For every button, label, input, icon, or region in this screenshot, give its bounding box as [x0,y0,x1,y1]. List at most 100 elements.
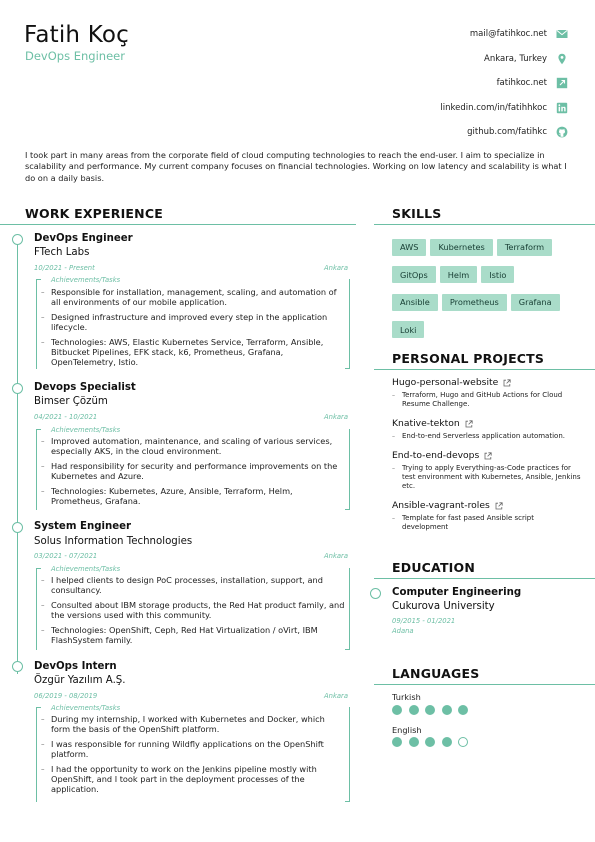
languages-heading: LANGUAGES [392,666,480,681]
level-dot-filled [408,705,419,715]
contact-linkedin-text[interactable]: linkedin.com/in/fatihhkoc [440,103,547,113]
skill-chip: Terraform [496,238,553,256]
achievements-label: Achievements/Tasks [51,565,121,573]
job-dates: 06/2019 - 08/2019 [34,692,98,700]
project-item: Knative-tekton End-to-end Serverless app… [392,418,582,441]
contact-website[interactable]: fatihkoc.net [308,71,568,96]
achievements-box: Achievements/Tasks I helped clients to d… [36,565,350,650]
skill-chip: Istio [481,266,515,283]
level-dot-filled [392,737,402,747]
timeline-dot [12,234,23,245]
education-divider [374,578,595,579]
achievements-list: Responsible for installation, management… [37,287,349,372]
job-location: Ankara [324,692,349,700]
job-dates: 10/2021 - Present [34,264,95,272]
project-description: Trying to apply Everything-as-Code pract… [392,464,582,491]
education-degree: Computer Engineering [392,587,522,598]
contact-linkedin[interactable]: linkedin.com/in/fatihhkoc [308,96,568,121]
timeline-dot [12,661,23,672]
project-name[interactable]: Ansible-vagrant-roles [392,500,490,511]
achievement-item: I helped clients to design PoC processes… [37,575,349,596]
skill-chip: Grafana [510,293,560,311]
candidate-name: Fatih Koç [24,22,129,48]
external-link-icon [503,378,511,386]
project-item: End-to-end-devops Trying to apply Everyt… [392,450,582,491]
achievements-list: Improved automation, maintenance, and sc… [37,436,349,510]
work-experience-heading: WORK EXPERIENCE [25,206,163,221]
project-description: End-to-end Serverless application automa… [392,432,582,441]
job-role: System Engineer [34,521,132,532]
contact-email[interactable]: mail@fatihkoc.net [308,22,568,47]
job-company: Özgür Yazılım A.Ş. [34,675,126,686]
education-location: Adana [392,627,414,635]
contact-website-text[interactable]: fatihkoc.net [497,78,547,88]
external-link-icon [495,501,503,509]
projects-list: Hugo-personal-website Terraform, Hugo an… [392,377,582,541]
project-name[interactable]: Hugo-personal-website [392,377,498,388]
achievement-item: During my internship, I worked with Kube… [37,714,349,735]
achievements-label: Achievements/Tasks [51,276,121,284]
project-link[interactable]: Ansible-vagrant-roles [392,500,582,511]
languages-divider [374,684,595,685]
project-name[interactable]: Knative-tekton [392,418,460,429]
skill-chip: AWS [392,238,427,256]
level-dot-filled [441,705,452,715]
github-icon [556,126,568,138]
external-link-icon [484,451,492,459]
contact-email-text[interactable]: mail@fatihkoc.net [470,29,547,39]
skills-heading: SKILLS [392,206,442,221]
timeline-dot [12,522,23,533]
job-dates: 03/2021 - 07/2021 [34,552,98,560]
contact-location: Ankara, Turkey [308,47,568,72]
skill-chip: GitOps [392,266,436,283]
project-description: Terraform, Hugo and GitHub Actions for C… [392,391,582,409]
timeline-dot [370,588,381,599]
language-name: Turkish [392,692,421,702]
job-company: FTech Labs [34,247,90,258]
skill-chip: Loki [392,321,425,338]
achievement-item: Designed infrastructure and improved eve… [37,312,349,333]
work-timeline [17,244,18,674]
contact-location-text: Ankara, Turkey [484,53,547,64]
achievements-box: Achievements/Tasks Improved automation, … [36,426,350,510]
contact-github-text[interactable]: github.com/fatihkc [467,127,547,137]
contact-github[interactable]: github.com/fatihkc [308,120,568,145]
skill-chip: Kubernetes [430,238,493,256]
location-pin-icon [556,53,568,65]
skill-chip: Prometheus [441,293,507,311]
projects-divider [374,369,595,370]
candidate-title: DevOps Engineer [25,49,125,63]
achievement-item: Technologies: Kubernetes, Azure, Ansible… [37,486,349,507]
achievement-item: Consulted about IBM storage products, th… [37,600,349,621]
language-level-english [392,737,475,747]
achievement-item: Responsible for installation, management… [37,287,349,308]
achievements-box: Achievements/Tasks Responsible for insta… [36,276,350,372]
level-dot-filled [441,737,452,747]
achievement-item: I had the opportunity to work on the Jen… [37,764,349,795]
language-name: English [392,725,422,735]
job-role: DevOps Intern [34,661,117,672]
link-icon [556,77,568,89]
education-school: Cukurova University [392,601,495,612]
profile-summary: I took part in many areas from the corpo… [25,150,567,183]
language-level-turkish [392,705,475,715]
skills-divider [374,224,595,225]
achievements-label: Achievements/Tasks [51,704,121,712]
job-company: Solus Information Technologies [34,536,193,547]
achievements-box: Achievements/Tasks During my internship,… [36,704,350,802]
job-dates: 04/2021 - 10/2021 [34,413,98,421]
project-item: Hugo-personal-website Terraform, Hugo an… [392,377,582,409]
contact-list: mail@fatihkoc.net Ankara, Turkey fatihko… [308,22,568,145]
achievements-label: Achievements/Tasks [51,426,121,434]
achievement-item: Had responsibility for security and perf… [37,461,349,482]
project-name[interactable]: End-to-end-devops [392,450,479,461]
project-link[interactable]: End-to-end-devops [392,450,582,461]
level-dot-filled [392,705,402,715]
project-link[interactable]: Hugo-personal-website [392,377,582,388]
project-link[interactable]: Knative-tekton [392,418,582,429]
level-dot-filled [425,737,435,747]
job-company: Bimser Çözüm [34,396,108,407]
achievement-item: Technologies: AWS, Elastic Kubernetes Se… [37,337,349,368]
linkedin-icon [556,102,568,114]
level-dot-filled [458,705,468,715]
